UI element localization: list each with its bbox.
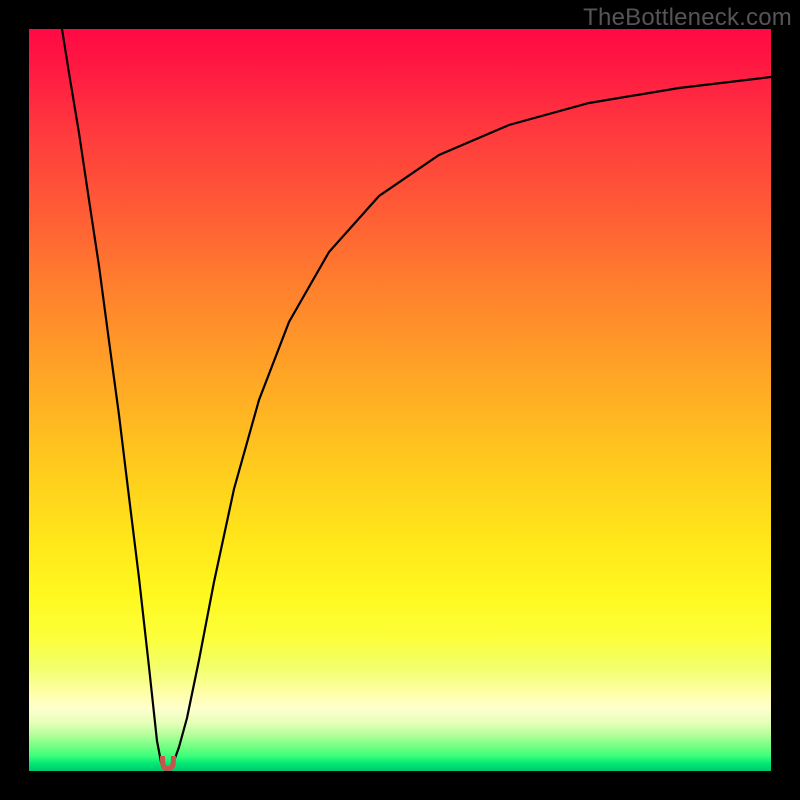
chart-frame: TheBottleneck.com xyxy=(0,0,800,800)
watermark-text: TheBottleneck.com xyxy=(583,4,792,32)
plot-area xyxy=(29,29,771,771)
curve-right-branch xyxy=(167,77,771,771)
curve-layer xyxy=(29,29,771,771)
curve-left-branch xyxy=(62,29,167,771)
